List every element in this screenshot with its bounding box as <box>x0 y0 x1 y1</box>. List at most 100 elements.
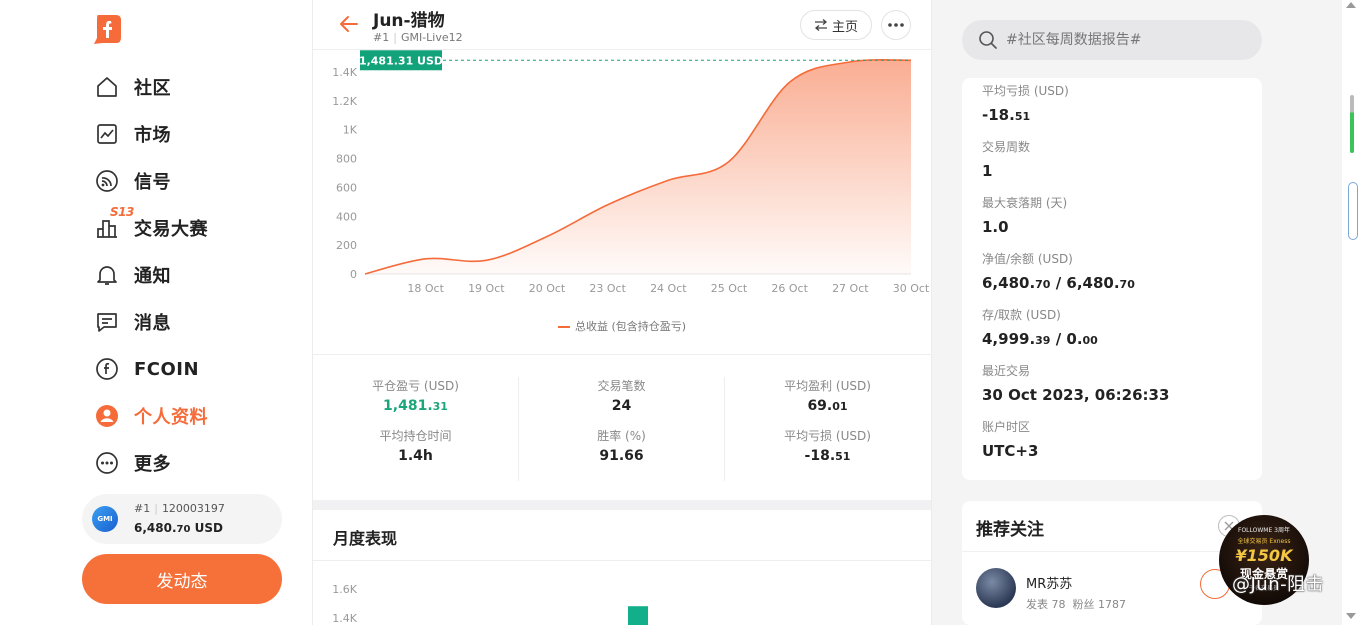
page-scrollbar[interactable] <box>1342 0 1360 625</box>
stat-label: 交易笔数 <box>597 379 646 393</box>
info-value: -18.51 <box>982 106 1031 124</box>
stat-label: 平均持仓时间 <box>379 429 452 443</box>
legend-label: 总收益 (包含持仓盈亏) <box>574 320 687 333</box>
search-input[interactable] <box>1006 32 1246 48</box>
max-value-label: 1,481.31 USD <box>359 54 443 67</box>
stat-label: 胜率 (%) <box>597 429 646 443</box>
message-icon <box>94 309 120 335</box>
user-avatar[interactable] <box>976 568 1016 608</box>
info-row: 存/取款 (USD) 4,999.39 / 0.00 <box>982 306 1098 348</box>
nav-item-1[interactable]: 市场 <box>94 120 171 148</box>
nav-item-2[interactable]: 信号 <box>94 167 171 195</box>
balance-main: 6,480. <box>134 521 177 535</box>
scroll-thumb[interactable] <box>1348 182 1358 240</box>
balance-currency: USD <box>194 521 223 535</box>
post-button[interactable]: 发动态 <box>82 554 282 604</box>
scroll-indicator <box>1350 95 1354 153</box>
stat-value: 69.01 <box>807 398 848 414</box>
broker-avatar: GMI <box>92 506 118 532</box>
account-id-line: #1 | 120003197 <box>134 502 225 515</box>
y-tick-label: 0 <box>350 268 357 281</box>
scroll-up-arrow-icon[interactable] <box>1346 2 1356 8</box>
fcoin-icon <box>94 356 120 382</box>
followme-logo[interactable] <box>92 13 122 45</box>
info-row: 最大衰落期 (天) 1.0 <box>982 194 1067 236</box>
stat-label: 平均亏损 (USD) <box>784 429 871 443</box>
profile-icon <box>94 403 120 429</box>
x-tick-label: 18 Oct <box>407 282 444 295</box>
stat-value: 1.4h <box>398 448 433 464</box>
left-sidebar: 社区 市场 信号 交易大赛 通知 消息 FCOIN 个人资料 更多 S13 GMI #1 | 120… <box>0 0 312 625</box>
contest-s13-badge: S13 <box>110 205 134 219</box>
header-server: GMI-Live12 <box>400 31 463 44</box>
home-button-label: 主页 <box>831 19 858 35</box>
info-value: 6,480.70 / 6,480.70 <box>982 274 1135 292</box>
stat-value: 91.66 <box>599 448 644 464</box>
nav-item-8[interactable]: 更多 <box>94 449 171 477</box>
search-bar[interactable] <box>962 20 1262 60</box>
promo-line2: 全球交易员 Exness <box>1237 538 1291 545</box>
monthly-y-tick-label: 1.6K <box>332 583 357 596</box>
monthly-performance-title: 月度表现 <box>333 529 398 548</box>
nav-item-label: 市场 <box>134 125 171 146</box>
nav-item-7[interactable]: 个人资料 <box>94 402 208 430</box>
info-value: UTC+3 <box>982 442 1039 460</box>
recommended-user-name[interactable]: MR苏苏 <box>1026 573 1072 592</box>
bell-icon <box>94 262 120 288</box>
info-label: 净值/余额 (USD) <box>982 252 1073 266</box>
profit-chart: 0 200 400 600 800 1K 1.2K 1.4K 18 Oct 19 Oct 20 Oc… <box>332 50 930 295</box>
nav-item-6[interactable]: FCOIN <box>94 355 199 383</box>
recommend-card: 推荐关注 MR苏苏 发表 78 粉丝 1787 <box>962 501 1262 625</box>
recommended-user-stats: 发表 78 粉丝 1787 <box>1026 598 1126 611</box>
nav-item-label: 更多 <box>134 454 171 475</box>
y-tick-label: 1.2K <box>332 95 357 108</box>
stat-label: 平仓盈亏 (USD) <box>372 379 459 393</box>
nav-item-0[interactable]: 社区 <box>94 73 171 101</box>
watermark-text: @Jun-阻击 <box>1232 574 1325 595</box>
nav-item-label: 消息 <box>134 313 171 334</box>
chart-legend[interactable]: 总收益 (包含持仓盈亏) <box>313 318 931 334</box>
y-tick-label: 800 <box>336 153 357 166</box>
info-value: 1.0 <box>982 218 1009 236</box>
x-tick-label: 23 Oct <box>589 282 626 295</box>
market-chart-icon <box>94 121 120 147</box>
signal-icon <box>94 168 120 194</box>
info-label: 最大衰落期 (天) <box>982 196 1068 210</box>
account-switcher[interactable]: GMI #1 | 120003197 6,480.70 USD <box>82 494 282 544</box>
info-label: 最近交易 <box>982 364 1031 378</box>
info-row: 账户时区 UTC+3 <box>982 418 1038 460</box>
x-tick-label: 25 Oct <box>711 282 748 295</box>
more-options-button[interactable] <box>881 10 911 40</box>
page-title: Jun-猎物 <box>373 11 445 31</box>
y-tick-label: 1K <box>343 124 358 137</box>
nav-item-label: 个人资料 <box>134 407 208 428</box>
app-root: 社区 市场 信号 交易大赛 通知 消息 FCOIN 个人资料 更多 S13 GMI #1 | 120… <box>0 0 1360 625</box>
info-row: 最近交易 30 Oct 2023, 06:26:33 <box>982 362 1169 404</box>
nav-item-label: FCOIN <box>134 358 200 380</box>
profile-header: Jun-猎物 #1 | GMI-Live12 主页 <box>313 0 931 50</box>
nav-item-4[interactable]: 通知 <box>94 261 171 289</box>
info-row: 交易周数 1 <box>982 138 1030 180</box>
back-arrow-icon[interactable] <box>337 12 361 36</box>
y-tick-label: 600 <box>336 181 357 194</box>
info-value: 4,999.39 / 0.00 <box>982 330 1098 348</box>
nav-item-label: 社区 <box>134 78 171 99</box>
recommend-title: 推荐关注 <box>976 520 1044 540</box>
nav-item-label: 信号 <box>134 172 171 193</box>
scroll-down-arrow-icon[interactable] <box>1346 613 1356 619</box>
divider <box>962 551 1262 552</box>
nav-item-5[interactable]: 消息 <box>94 308 171 336</box>
stats-col-2: 交易笔数 24 胜率 (%) 91.66 <box>519 377 724 477</box>
info-value: 30 Oct 2023, 06:26:33 <box>982 386 1170 404</box>
x-tick-label: 30 Oct <box>893 282 930 295</box>
x-tick-label: 20 Oct <box>529 282 566 295</box>
home-button[interactable]: 主页 <box>800 10 872 40</box>
x-tick-label: 24 Oct <box>650 282 687 295</box>
account-balance: 6,480.70 USD <box>134 521 223 535</box>
y-tick-label: 1.4K <box>332 66 357 79</box>
info-value: 1 <box>982 162 993 180</box>
stats-col-1: 平仓盈亏 (USD) 1,481.31 平均持仓时间 1.4h <box>313 377 518 477</box>
home-icon <box>94 74 120 100</box>
x-tick-label: 26 Oct <box>771 282 808 295</box>
info-label: 账户时区 <box>982 420 1031 434</box>
